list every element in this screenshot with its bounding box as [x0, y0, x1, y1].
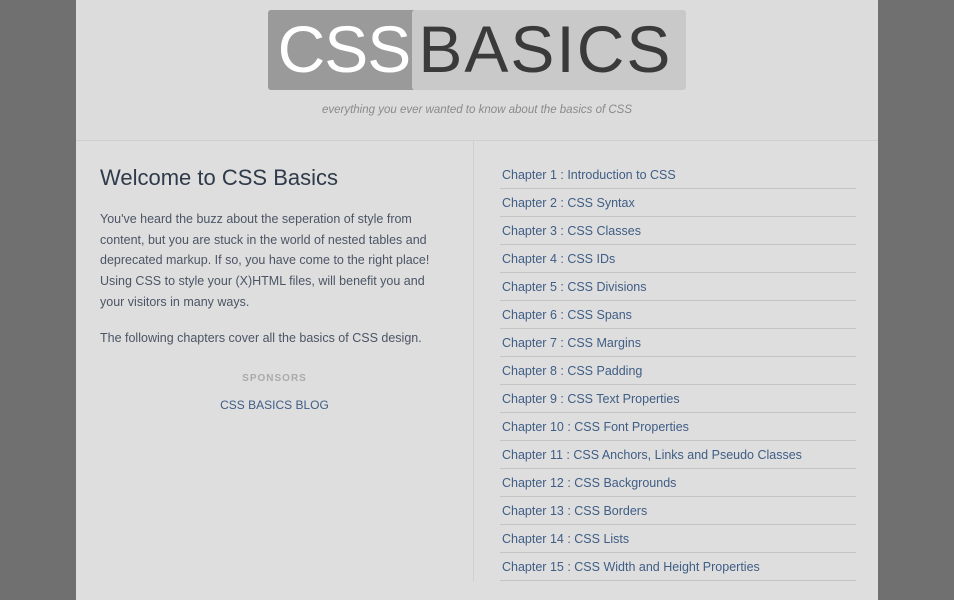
sponsor-blog-link[interactable]: CSS BASICS BLOG	[100, 398, 449, 412]
site-header: CSS BASICS everything you ever wanted to…	[76, 0, 878, 140]
chapter-link-10[interactable]: Chapter 10 : CSS Font Properties	[500, 413, 856, 441]
tagline: everything you ever wanted to know about…	[76, 104, 878, 116]
page-container: CSS BASICS everything you ever wanted to…	[76, 0, 878, 600]
chapter-link-2[interactable]: Chapter 2 : CSS Syntax	[500, 189, 856, 217]
chapter-link-7[interactable]: Chapter 7 : CSS Margins	[500, 329, 856, 357]
note-paragraph: The following chapters cover all the bas…	[100, 328, 449, 349]
sponsors-heading: SPONSORS	[100, 373, 449, 384]
chapter-link-12[interactable]: Chapter 12 : CSS Backgrounds	[500, 469, 856, 497]
chapter-link-6[interactable]: Chapter 6 : CSS Spans	[500, 301, 856, 329]
chapter-link-9[interactable]: Chapter 9 : CSS Text Properties	[500, 385, 856, 413]
chapter-link-15[interactable]: Chapter 15 : CSS Width and Height Proper…	[500, 553, 856, 581]
chapter-link-13[interactable]: Chapter 13 : CSS Borders	[500, 497, 856, 525]
main-content: Welcome to CSS Basics You've heard the b…	[76, 140, 878, 581]
chapter-link-4[interactable]: Chapter 4 : CSS IDs	[500, 245, 856, 273]
chapter-link-1[interactable]: Chapter 1 : Introduction to CSS	[500, 161, 856, 189]
intro-paragraph: You've heard the buzz about the seperati…	[100, 209, 449, 312]
logo-basics: BASICS	[412, 10, 686, 90]
logo: CSS BASICS	[268, 10, 687, 90]
chapter-link-5[interactable]: Chapter 5 : CSS Divisions	[500, 273, 856, 301]
left-column: Welcome to CSS Basics You've heard the b…	[76, 141, 474, 581]
chapter-link-8[interactable]: Chapter 8 : CSS Padding	[500, 357, 856, 385]
logo-css: CSS	[268, 10, 417, 90]
chapter-link-14[interactable]: Chapter 14 : CSS Lists	[500, 525, 856, 553]
page-title: Welcome to CSS Basics	[100, 165, 449, 191]
chapter-list: Chapter 1 : Introduction to CSSChapter 2…	[474, 141, 878, 581]
chapter-link-11[interactable]: Chapter 11 : CSS Anchors, Links and Pseu…	[500, 441, 856, 469]
chapter-link-3[interactable]: Chapter 3 : CSS Classes	[500, 217, 856, 245]
